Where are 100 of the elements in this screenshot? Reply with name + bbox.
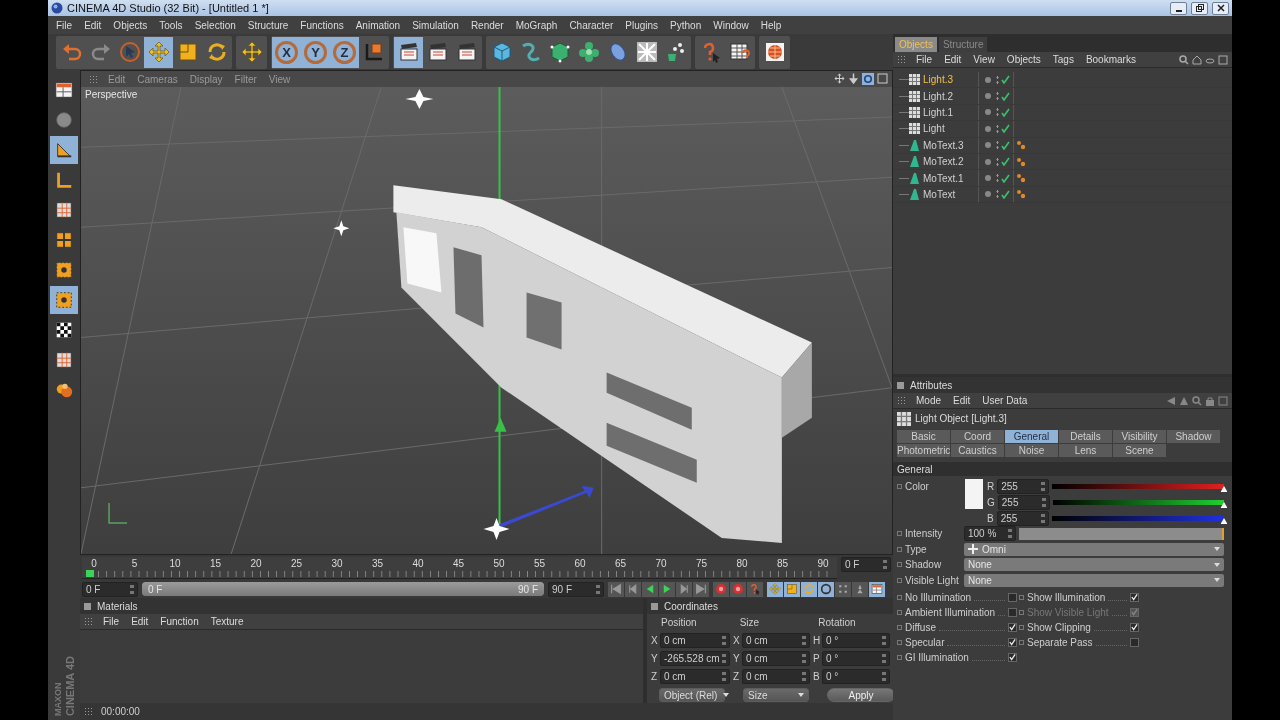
attribute-tab[interactable]: Coord bbox=[951, 430, 1004, 443]
frame-field[interactable]: 0 F bbox=[841, 557, 891, 572]
check-icon[interactable] bbox=[1001, 75, 1010, 85]
tag-dots-icon[interactable] bbox=[1016, 140, 1026, 151]
intensity-slider[interactable] bbox=[1019, 527, 1224, 540]
new-window-icon[interactable] bbox=[1218, 54, 1228, 65]
layer-dot-icon[interactable] bbox=[985, 175, 991, 182]
number-field[interactable]: 255 bbox=[997, 479, 1050, 494]
object-row[interactable]: Light.2 bbox=[893, 88, 1232, 105]
number-field[interactable]: 100 % bbox=[964, 526, 1016, 542]
check-icon[interactable] bbox=[1001, 91, 1010, 101]
dropdown[interactable]: None bbox=[964, 558, 1224, 572]
menu-item[interactable]: Plugins bbox=[619, 19, 665, 31]
menu-item[interactable]: Structure bbox=[241, 19, 295, 31]
menu-item[interactable]: Simulation bbox=[406, 19, 465, 31]
up-arrow-icon[interactable] bbox=[1179, 395, 1189, 406]
tag-dots-icon[interactable] bbox=[1016, 173, 1026, 184]
check-icon[interactable] bbox=[1001, 140, 1010, 150]
new-window-icon[interactable] bbox=[1218, 395, 1228, 406]
slider-thumb[interactable] bbox=[1220, 518, 1228, 524]
object-row[interactable]: MoText.2 bbox=[893, 153, 1232, 171]
visibility-dots-icon[interactable] bbox=[996, 140, 999, 151]
key-indicator-icon[interactable] bbox=[897, 531, 902, 537]
key-indicator-icon[interactable] bbox=[897, 654, 902, 660]
number-field[interactable]: 0 ° bbox=[822, 633, 890, 648]
number-field[interactable]: 255 bbox=[997, 495, 1050, 510]
checkbox[interactable] bbox=[1008, 637, 1017, 647]
number-field[interactable]: 0 cm bbox=[742, 669, 810, 684]
key-button[interactable] bbox=[835, 581, 851, 597]
menu-item[interactable]: Objects bbox=[107, 19, 154, 31]
visibility-dots-icon[interactable] bbox=[996, 91, 999, 102]
menu-item[interactable]: Edit bbox=[947, 395, 977, 406]
checkbox[interactable] bbox=[1130, 622, 1139, 632]
layer-dot-icon[interactable] bbox=[985, 109, 991, 116]
key-button[interactable] bbox=[801, 581, 817, 597]
checkbox[interactable] bbox=[1008, 622, 1017, 632]
check-icon[interactable] bbox=[1001, 107, 1010, 117]
attribute-tab[interactable]: General bbox=[1005, 430, 1058, 443]
key-indicator-icon[interactable] bbox=[1019, 609, 1024, 615]
object-row[interactable]: MoText bbox=[893, 186, 1232, 204]
check-icon[interactable] bbox=[1001, 157, 1010, 167]
layer-dot-icon[interactable] bbox=[985, 142, 991, 149]
number-field[interactable]: 0 cm bbox=[660, 669, 730, 684]
number-field[interactable]: -265.528 cm bbox=[660, 651, 730, 666]
menu-item[interactable]: Help bbox=[754, 19, 788, 31]
menu-item[interactable]: Window bbox=[707, 19, 755, 31]
object-row[interactable]: MoText.3 bbox=[893, 137, 1232, 154]
key-indicator-icon[interactable] bbox=[897, 562, 902, 568]
check-icon[interactable] bbox=[1001, 173, 1010, 183]
menu-item[interactable]: File bbox=[910, 54, 939, 65]
lock-icon[interactable] bbox=[1205, 395, 1215, 406]
playback-button[interactable] bbox=[625, 581, 641, 597]
layer-dot-icon[interactable] bbox=[985, 93, 991, 100]
checkbox[interactable] bbox=[1008, 652, 1017, 662]
axis-lock-button[interactable]: Y bbox=[301, 36, 330, 68]
maximize-view-icon[interactable] bbox=[877, 73, 888, 84]
attribute-tab[interactable]: Shadow bbox=[1167, 430, 1220, 443]
visibility-dots-icon[interactable] bbox=[996, 107, 999, 118]
attribute-tab[interactable]: Details bbox=[1059, 430, 1112, 443]
menu-item[interactable]: Selection bbox=[188, 19, 242, 31]
attribute-tab[interactable]: Photometric bbox=[897, 444, 950, 457]
size-dropdown[interactable]: Size bbox=[743, 688, 809, 702]
back-arrow-icon[interactable] bbox=[1166, 395, 1176, 406]
playback-button[interactable] bbox=[676, 581, 692, 597]
menu-item[interactable]: Objects bbox=[1000, 54, 1047, 65]
menu-item[interactable]: Tags bbox=[1046, 54, 1080, 65]
number-field[interactable]: 0 cm bbox=[660, 633, 730, 648]
number-field[interactable]: 90 F bbox=[548, 581, 604, 597]
record-button[interactable] bbox=[730, 581, 746, 597]
color-swatch[interactable] bbox=[965, 479, 983, 509]
playback-button[interactable] bbox=[693, 581, 709, 597]
menu-item[interactable]: Edit bbox=[125, 616, 155, 627]
playback-button[interactable] bbox=[659, 581, 675, 597]
menu-item[interactable]: Render bbox=[464, 19, 510, 31]
key-button[interactable] bbox=[818, 581, 834, 597]
visibility-dots-icon[interactable] bbox=[996, 173, 999, 184]
object-row[interactable]: Light bbox=[893, 121, 1232, 138]
minimize-button[interactable] bbox=[1170, 1, 1187, 15]
menu-item[interactable]: Tools bbox=[153, 19, 189, 31]
key-indicator-icon[interactable] bbox=[897, 546, 902, 552]
axis-lock-button[interactable]: X bbox=[272, 36, 301, 68]
visibility-dots-icon[interactable] bbox=[996, 189, 999, 200]
menu-item[interactable]: MoGraph bbox=[509, 19, 564, 31]
key-indicator-icon[interactable] bbox=[1019, 624, 1024, 630]
key-indicator-icon[interactable] bbox=[897, 577, 902, 583]
visibility-dots-icon[interactable] bbox=[996, 74, 999, 85]
menu-item[interactable]: File bbox=[97, 616, 126, 627]
check-icon[interactable] bbox=[1001, 124, 1010, 134]
key-indicator-icon[interactable] bbox=[897, 624, 902, 630]
record-button[interactable] bbox=[747, 581, 763, 597]
attribute-tab[interactable]: Caustics bbox=[951, 444, 1004, 457]
menu-item[interactable]: Character bbox=[563, 19, 620, 31]
attribute-tab[interactable]: Basic bbox=[897, 430, 950, 443]
maximize-button[interactable] bbox=[1191, 1, 1208, 15]
checkbox[interactable] bbox=[1008, 607, 1017, 617]
dropdown[interactable]: Omni bbox=[964, 542, 1224, 556]
toolbar-button[interactable] bbox=[394, 36, 423, 68]
rotate-view-icon[interactable] bbox=[862, 73, 874, 85]
checkbox[interactable] bbox=[1130, 637, 1139, 647]
menu-item[interactable]: Function bbox=[154, 616, 205, 627]
